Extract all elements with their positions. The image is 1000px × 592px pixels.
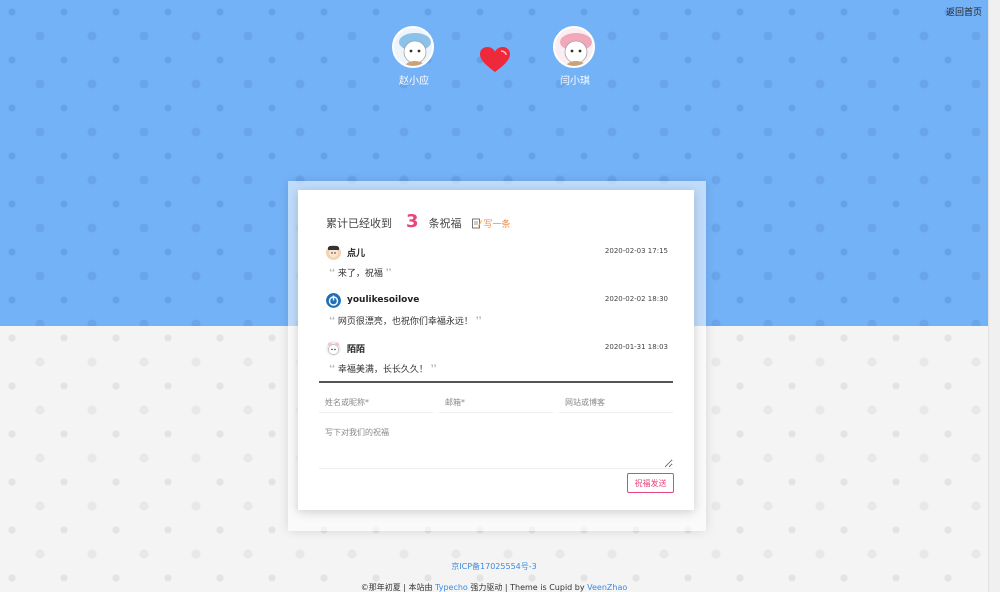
comment-avatar xyxy=(326,340,341,356)
write-wish-label: 写一条 xyxy=(483,219,511,230)
theme-author-link[interactable]: VeenZhao xyxy=(587,583,627,592)
icp-link[interactable]: 京ICP备17025554号-3 xyxy=(0,561,988,572)
wishes-count: 3 xyxy=(406,210,419,232)
comment-author: 陌陌 xyxy=(347,344,366,355)
comment-item: 陌陌 2020-01-31 18:03 ❛❛ 幸福美满，长长久久！ ❜❜ xyxy=(326,338,668,386)
open-quote-icon: ❛❛ xyxy=(329,267,335,278)
comment-time: 2020-02-03 17:15 xyxy=(604,247,668,255)
wishes-summary: 累计已经收到 3 条祝福 写一条 xyxy=(326,210,511,236)
comment-avatar xyxy=(326,292,341,308)
groom-avatar xyxy=(392,26,434,68)
email-input[interactable] xyxy=(439,393,553,413)
bride-avatar xyxy=(553,26,595,68)
comment-avatar xyxy=(326,244,341,260)
open-quote-icon: ❛❛ xyxy=(329,363,335,374)
heart-icon xyxy=(480,47,510,73)
close-quote-icon: ❜❜ xyxy=(385,267,392,278)
wishes-card: 累计已经收到 3 条祝福 写一条 点儿 2020-02-03 17:15 ❛❛ xyxy=(298,190,694,510)
wish-form xyxy=(319,393,673,472)
bride-name: 闫小琪 xyxy=(560,76,590,87)
send-wish-button[interactable]: 祝福发送 xyxy=(627,473,674,493)
comment-text: 网页很漂亮，也祝你们幸福永远！ xyxy=(337,317,473,327)
comment-time: 2020-01-31 18:03 xyxy=(604,343,668,351)
comment-author: youlikesoilove xyxy=(347,295,420,305)
footer-credit-middle: 强力驱动 | Theme is Cupid by xyxy=(467,583,588,592)
comment-time: 2020-02-02 18:30 xyxy=(604,295,668,303)
comment-text: 来了，祝福 xyxy=(337,269,383,279)
comment-list: 点儿 2020-02-03 17:15 ❛❛ 来了，祝福 ❜❜ youlikes… xyxy=(326,242,668,386)
couple-right: 闫小琪 xyxy=(553,26,597,87)
scrollbar[interactable] xyxy=(988,0,1000,592)
groom-name: 赵小应 xyxy=(399,76,429,87)
summary-prefix: 累计已经收到 xyxy=(326,217,392,230)
comment-item: 点儿 2020-02-03 17:15 ❛❛ 来了，祝福 ❜❜ xyxy=(326,242,668,290)
name-input[interactable] xyxy=(319,393,433,413)
comment-author: 点儿 xyxy=(347,248,366,259)
open-quote-icon: ❛❛ xyxy=(329,315,335,326)
footer-credit-prefix: ©那年初夏 | 本站由 xyxy=(360,583,436,592)
close-quote-icon: ❜❜ xyxy=(430,363,437,374)
footer-credit: ©那年初夏 | 本站由 Typecho 强力驱动 | Theme is Cupi… xyxy=(0,582,988,592)
typecho-link[interactable]: Typecho xyxy=(435,583,468,592)
website-input[interactable] xyxy=(559,393,673,413)
edit-note-icon xyxy=(471,218,482,228)
write-wish-link[interactable]: 写一条 xyxy=(471,217,511,230)
couple-left: 赵小应 xyxy=(392,26,436,87)
summary-suffix: 条祝福 xyxy=(428,217,462,230)
comment-text: 幸福美满，长长久久！ xyxy=(337,365,428,375)
wish-message-input[interactable] xyxy=(319,419,673,469)
close-quote-icon: ❜❜ xyxy=(475,315,482,326)
comment-form-divider xyxy=(319,381,673,383)
comment-item: youlikesoilove 2020-02-02 18:30 ❛❛ 网页很漂亮… xyxy=(326,290,668,338)
back-home-link[interactable]: 返回首页 xyxy=(946,5,982,18)
